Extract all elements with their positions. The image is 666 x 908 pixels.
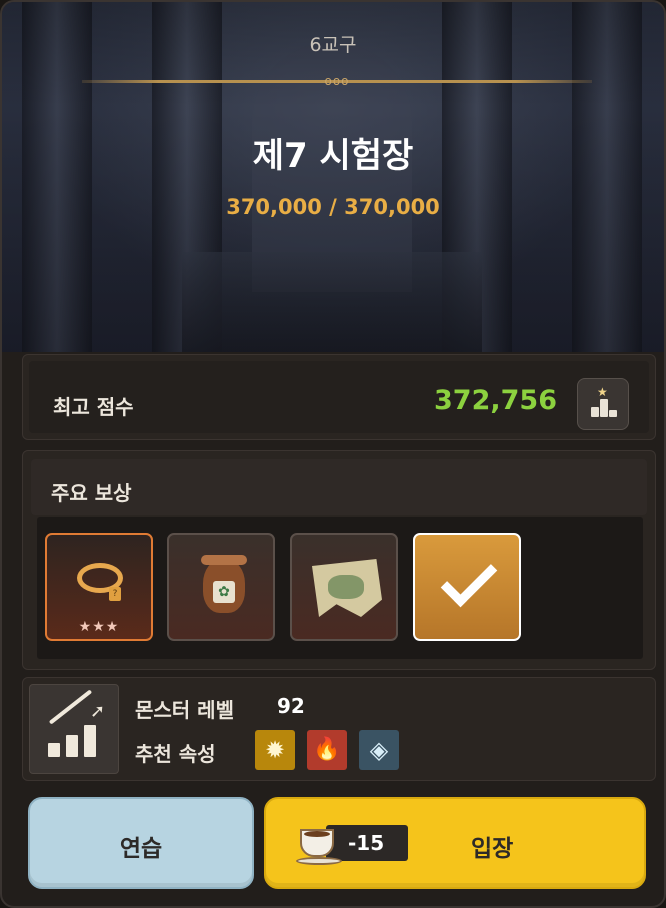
fire-icon: 🔥 — [307, 730, 347, 770]
check-icon — [440, 550, 498, 608]
wind-spiral-icon: ◈ — [359, 730, 399, 770]
stage-title: 제7 시험장 — [252, 136, 414, 176]
level-trend-icon: ➚ — [29, 684, 119, 774]
rewards-title: 주요 보상 — [51, 481, 132, 505]
enter-button[interactable]: -15 입장 — [264, 797, 646, 889]
practice-button[interactable]: 연습 — [28, 797, 254, 889]
stage-panel: 6교구 ooo 제7 시험장 370,000 / 370,000 최고 점수 3… — [0, 0, 666, 908]
recommended-attribute-label: 추천 속성 — [135, 742, 216, 766]
entry-cost: -15 — [296, 821, 408, 865]
divider-ornament: ooo — [324, 74, 350, 88]
best-score-panel: 최고 점수 372,756 ★ — [22, 354, 656, 440]
stage-banner: 6교구 ooo 제7 시험장 370,000 / 370,000 — [2, 2, 664, 352]
reward-item-ring[interactable]: ? ★★★ — [45, 533, 153, 641]
monster-level-label: 몬스터 레벨 — [135, 698, 234, 722]
practice-button-label: 연습 — [119, 836, 163, 862]
best-score-label: 최고 점수 — [53, 395, 134, 419]
reward-list: ? ★★★ ✿ — [37, 517, 643, 659]
enter-button-label: 입장 — [471, 836, 514, 862]
reward-stars: ★★★ — [78, 619, 120, 635]
sun-icon: ✹ — [255, 730, 295, 770]
rewards-panel: 주요 보상 ? ★★★ ✿ — [22, 450, 656, 670]
monster-info-panel: ➚ 몬스터 레벨 92 추천 속성 ✹ 🔥 ◈ — [22, 677, 656, 781]
ranking-button[interactable]: ★ — [577, 378, 629, 430]
district-label: 6교구 — [309, 34, 357, 56]
reward-item-selected[interactable] — [413, 533, 521, 641]
monster-level-value: 92 — [277, 694, 305, 718]
reward-item-map[interactable] — [290, 533, 398, 641]
reward-item-pouch[interactable]: ✿ — [167, 533, 275, 641]
coffee-cup-icon — [296, 821, 342, 865]
stage-score: 370,000 / 370,000 — [226, 195, 440, 219]
entry-cost-value: -15 — [348, 831, 385, 855]
best-score-value: 372,756 — [434, 385, 557, 416]
